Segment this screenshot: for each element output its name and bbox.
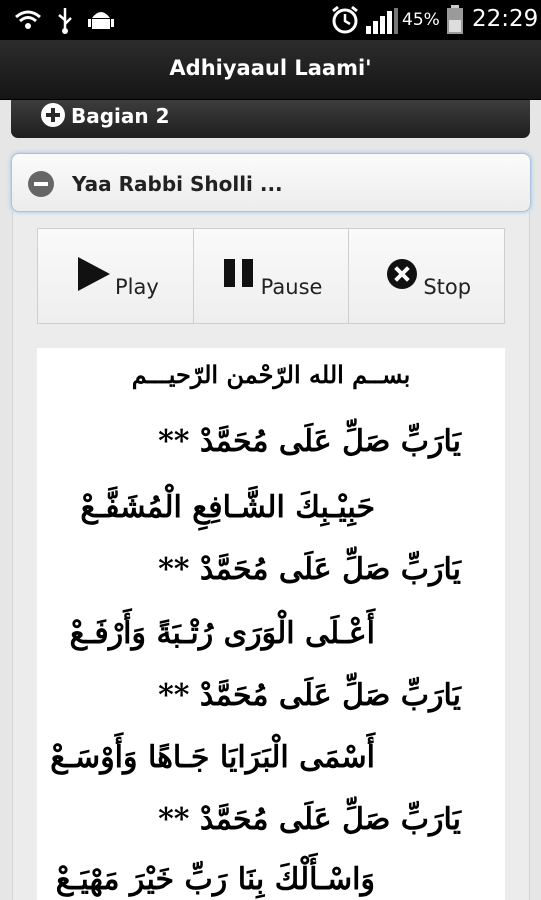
battery-percent: 45% <box>402 10 440 30</box>
section-label: Yaa Rabbi Sholli ... <box>72 172 283 196</box>
wifi-icon <box>15 10 41 29</box>
player-controls: Play Pause Stop <box>37 228 505 324</box>
stop-icon <box>387 259 418 289</box>
text-line: يَارَبِّ صَلِّ عَلَى مُحَمَّدْ ** <box>158 802 461 837</box>
stop-button[interactable]: Stop <box>349 229 505 323</box>
play-label: Play <box>115 275 159 299</box>
section-label: Bagian 2 <box>71 104 170 128</box>
text-line: يَارَبِّ صَلِّ عَلَى مُحَمَّدْ ** <box>158 678 461 713</box>
pause-button[interactable]: Pause <box>193 229 350 323</box>
text-line: أَعْـلَى الْوَرَى رُتْـبَةً وَأَرْفَـعْ <box>69 616 375 651</box>
text-line: أَسْمَى الْبَرَايَا جَـاهًا وَأَوْسَـعْ <box>50 740 375 775</box>
play-icon <box>78 257 110 291</box>
pause-label: Pause <box>260 275 323 299</box>
text-line: حَبِيْـبِكَ الشَّـافِعِ الْمُشَفَّـعْ <box>80 490 375 525</box>
text-line: وَاسْـأَلْكَ بِنَا رَبِّ خَيْرَ مَهْيَـع… <box>55 862 375 897</box>
usb-icon <box>58 8 72 34</box>
section-yaa-rabbi-sholli[interactable]: Yaa Rabbi Sholli ... <box>11 153 531 212</box>
lyrics-text: بســم الله الرّحْمن الرّحيـــم يَارَبِّ … <box>37 348 505 900</box>
android-icon <box>88 12 114 29</box>
stop-label: Stop <box>423 275 472 299</box>
play-button[interactable]: Play <box>38 229 194 323</box>
action-bar: Adhiyaaul Laami' <box>0 40 541 100</box>
text-line: يَارَبِّ صَلِّ عَلَى مُحَمَّدْ ** <box>158 424 461 459</box>
alarm-icon <box>332 5 358 34</box>
clock: 22:29 <box>472 6 539 32</box>
plus-icon <box>41 103 65 127</box>
app-title: Adhiyaaul Laami' <box>169 56 372 80</box>
basmala: بســم الله الرّحْمن الرّحيـــم <box>131 360 411 389</box>
section-bagian-2[interactable]: Bagian 2 <box>11 100 530 138</box>
signal-icon <box>366 8 398 34</box>
text-line: يَارَبِّ صَلِّ عَلَى مُحَمَّدْ ** <box>158 552 461 587</box>
battery-icon <box>447 5 463 34</box>
status-bar: 45% 22:29 <box>0 0 541 40</box>
pause-icon <box>223 259 256 287</box>
minus-icon <box>28 171 54 197</box>
